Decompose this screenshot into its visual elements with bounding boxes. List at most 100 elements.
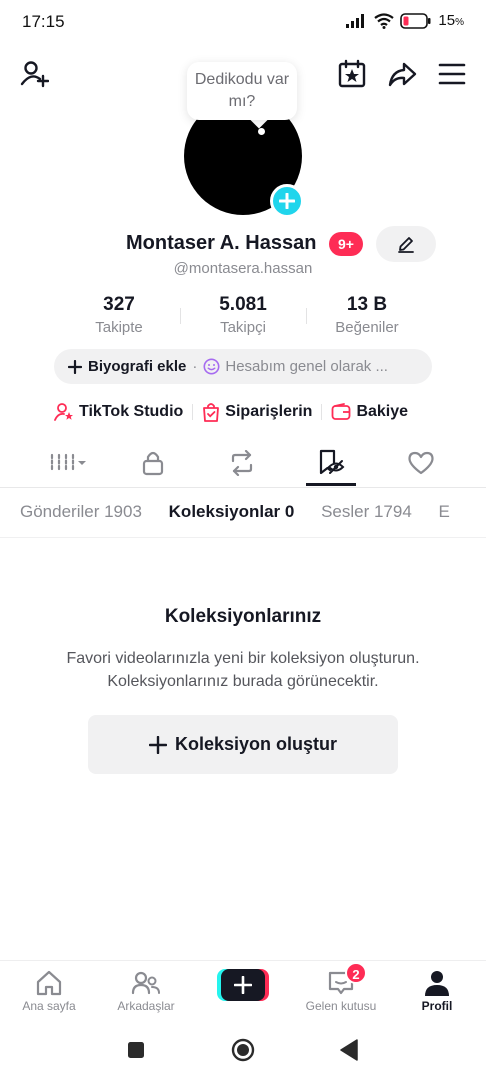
grid-icon bbox=[50, 453, 86, 473]
divider bbox=[0, 537, 486, 538]
pencil-icon bbox=[398, 237, 414, 253]
tiktok-studio-link[interactable]: TikTok Studio bbox=[54, 402, 183, 422]
create-collection-button[interactable]: Koleksiyon oluştur bbox=[88, 715, 398, 774]
divider bbox=[306, 308, 307, 324]
studio-icon bbox=[54, 403, 73, 421]
heart-icon bbox=[408, 451, 434, 475]
active-tab-indicator bbox=[306, 483, 356, 486]
share-icon[interactable] bbox=[386, 58, 418, 90]
empty-state-description: Favori videolarınızla yeni bir koleksiyo… bbox=[0, 647, 486, 693]
inbox-badge: 2 bbox=[345, 962, 367, 984]
plus-icon bbox=[279, 193, 295, 209]
display-name: Montaser A. Hassan bbox=[126, 232, 317, 254]
status-bar: 17:15 15% bbox=[0, 0, 486, 46]
divider bbox=[0, 487, 486, 488]
collection-icon bbox=[319, 449, 345, 475]
back-triangle-icon bbox=[340, 1039, 358, 1061]
plus-icon bbox=[68, 359, 82, 374]
lock-icon bbox=[142, 451, 164, 476]
add-friend-icon[interactable] bbox=[18, 58, 50, 90]
tab-liked[interactable] bbox=[391, 440, 451, 486]
create-collection-label: Koleksiyon oluştur bbox=[174, 734, 338, 754]
plus-icon bbox=[234, 976, 252, 994]
home-icon bbox=[36, 970, 62, 996]
separator-dot: · bbox=[192, 358, 198, 375]
wallet-icon bbox=[332, 403, 351, 420]
nav-label: Gelen kutusu bbox=[305, 999, 377, 1013]
profile-icon bbox=[425, 971, 449, 996]
square-icon bbox=[128, 1042, 144, 1058]
plus-button-face bbox=[221, 969, 265, 1001]
name-row: Montaser A. Hassan 9+ bbox=[0, 226, 486, 262]
plus-icon bbox=[148, 735, 167, 754]
empty-state-title: Koleksiyonlarınız bbox=[164, 606, 322, 627]
orders-bag-icon bbox=[203, 403, 220, 422]
friends-icon bbox=[131, 971, 160, 995]
note-indicator-dot bbox=[258, 128, 265, 135]
add-bio-label[interactable]: Biyografi ekle bbox=[88, 358, 186, 375]
nav-label: Profil bbox=[421, 999, 453, 1013]
create-video-button[interactable] bbox=[217, 969, 269, 1001]
notification-badge[interactable]: 9+ bbox=[329, 232, 363, 256]
nav-label: Arkadaşlar bbox=[117, 999, 175, 1013]
divider bbox=[321, 404, 323, 420]
stat-label: Takipte bbox=[95, 319, 143, 336]
tab-videos-grid[interactable] bbox=[38, 440, 98, 486]
stat-label: Beğeniler bbox=[335, 319, 399, 336]
sub-tabs: Gönderiler 1903 Koleksiyonlar 0 Sesler 1… bbox=[20, 502, 472, 526]
divider bbox=[192, 404, 194, 420]
orders-link[interactable]: Siparişlerin bbox=[202, 402, 312, 422]
subtab-more[interactable]: E bbox=[439, 502, 450, 522]
note-bubble[interactable]: Dedikodu var mı? bbox=[187, 62, 297, 120]
empty-state-line: Favori videolarınızla yeni bir koleksiyo… bbox=[66, 650, 420, 667]
stat-value: 5.081 bbox=[219, 294, 267, 315]
repost-icon bbox=[231, 450, 253, 476]
back-button[interactable] bbox=[337, 1038, 361, 1062]
tab-reposts[interactable] bbox=[212, 440, 272, 486]
battery-percent: 15% bbox=[438, 12, 464, 29]
status-text[interactable]: Hesabım genel olarak ... bbox=[225, 358, 388, 375]
stat-value: 13 B bbox=[346, 294, 388, 315]
stat-value: 327 bbox=[103, 294, 135, 315]
tab-private[interactable] bbox=[123, 440, 183, 486]
stat-followers[interactable]: 5.081 Takipçi bbox=[188, 294, 298, 336]
nav-home[interactable]: Ana sayfa bbox=[4, 967, 94, 1013]
bio-status-pill[interactable]: Biyografi ekle · Hesabım genel olarak ..… bbox=[54, 349, 432, 384]
nav-friends[interactable]: Arkadaşlar bbox=[101, 967, 191, 1013]
empty-state-line: Koleksiyonlarınız burada görünecektir. bbox=[107, 673, 379, 690]
shortcuts-row: TikTok Studio Siparişlerin Bakiye bbox=[54, 400, 408, 424]
profile-stats: 327 Takipte 5.081 Takipçi 13 B Beğeniler bbox=[0, 294, 486, 340]
nav-profile[interactable]: Profil bbox=[392, 967, 482, 1013]
system-nav-bar bbox=[0, 1022, 486, 1080]
menu-icon[interactable] bbox=[436, 58, 468, 90]
avatar-add-button[interactable] bbox=[270, 184, 304, 218]
shortcut-label: TikTok Studio bbox=[79, 403, 184, 420]
content-icon-tabs bbox=[0, 440, 486, 488]
username: @montasera.hassan bbox=[173, 260, 313, 277]
stat-likes[interactable]: 13 B Beğeniler bbox=[312, 294, 422, 336]
nav-label: Ana sayfa bbox=[22, 999, 76, 1013]
battery-low-icon bbox=[400, 12, 431, 29]
tab-collections[interactable] bbox=[301, 440, 361, 486]
wifi-icon bbox=[374, 12, 395, 29]
subtab-sounds[interactable]: Sesler 1794 bbox=[321, 502, 412, 522]
recents-button[interactable] bbox=[124, 1038, 148, 1062]
stat-following[interactable]: 327 Takipte bbox=[64, 294, 174, 336]
balance-link[interactable]: Bakiye bbox=[331, 403, 408, 421]
edit-profile-button[interactable] bbox=[376, 226, 436, 262]
subtab-collections[interactable]: Koleksiyonlar 0 bbox=[169, 502, 295, 522]
divider bbox=[180, 308, 181, 324]
bottom-nav: Ana sayfa Arkadaşlar Gelen kutusu Profil bbox=[0, 960, 486, 1022]
status-time: 17:15 bbox=[22, 12, 65, 31]
shortcut-label: Bakiye bbox=[356, 403, 409, 420]
stat-label: Takipçi bbox=[220, 319, 266, 336]
subtab-posts[interactable]: Gönderiler 1903 bbox=[20, 502, 142, 522]
shortcut-label: Siparişlerin bbox=[225, 403, 313, 420]
home-button[interactable] bbox=[231, 1038, 255, 1062]
signal-icon bbox=[346, 13, 365, 28]
smiley-icon bbox=[203, 358, 220, 375]
nav-inbox[interactable]: Gelen kutusu bbox=[296, 967, 386, 1013]
calendar-star-icon[interactable] bbox=[336, 58, 368, 90]
status-icons: 15% bbox=[346, 12, 464, 29]
circle-icon bbox=[231, 1038, 255, 1062]
